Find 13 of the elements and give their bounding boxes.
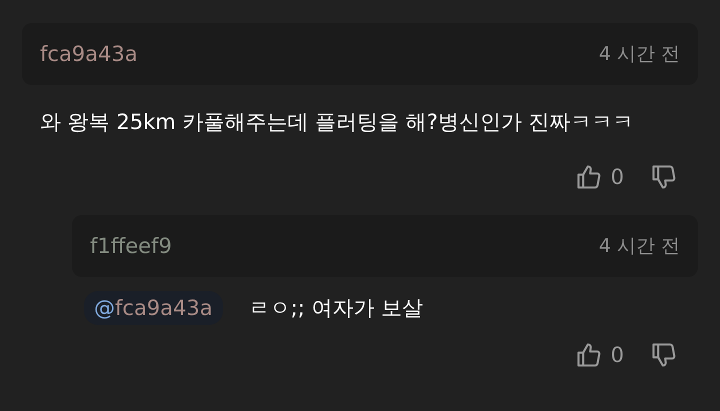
author-name[interactable]: fca9a43a (40, 42, 138, 66)
comment-text: 와 왕복 25km 카풀해주는데 플러팅을 해?병신인가 진짜ㅋㅋㅋ (40, 109, 635, 136)
timestamp: 4 시간 전 (598, 42, 680, 67)
like-count: 0 (610, 343, 624, 367)
thumbs-down-icon[interactable] (650, 163, 678, 191)
like-count: 0 (610, 165, 624, 189)
thumbs-down-icon[interactable] (650, 341, 678, 369)
thumbs-up-icon[interactable] (574, 341, 603, 369)
thumbs-up-icon[interactable] (574, 163, 603, 191)
reply-text: ㄹㅇ;; 여자가 보살 (248, 295, 424, 322)
author-name[interactable]: f1ffeef9 (90, 234, 172, 258)
mention-tag[interactable]: @fca9a43a (84, 291, 223, 325)
timestamp: 4 시간 전 (598, 234, 680, 259)
